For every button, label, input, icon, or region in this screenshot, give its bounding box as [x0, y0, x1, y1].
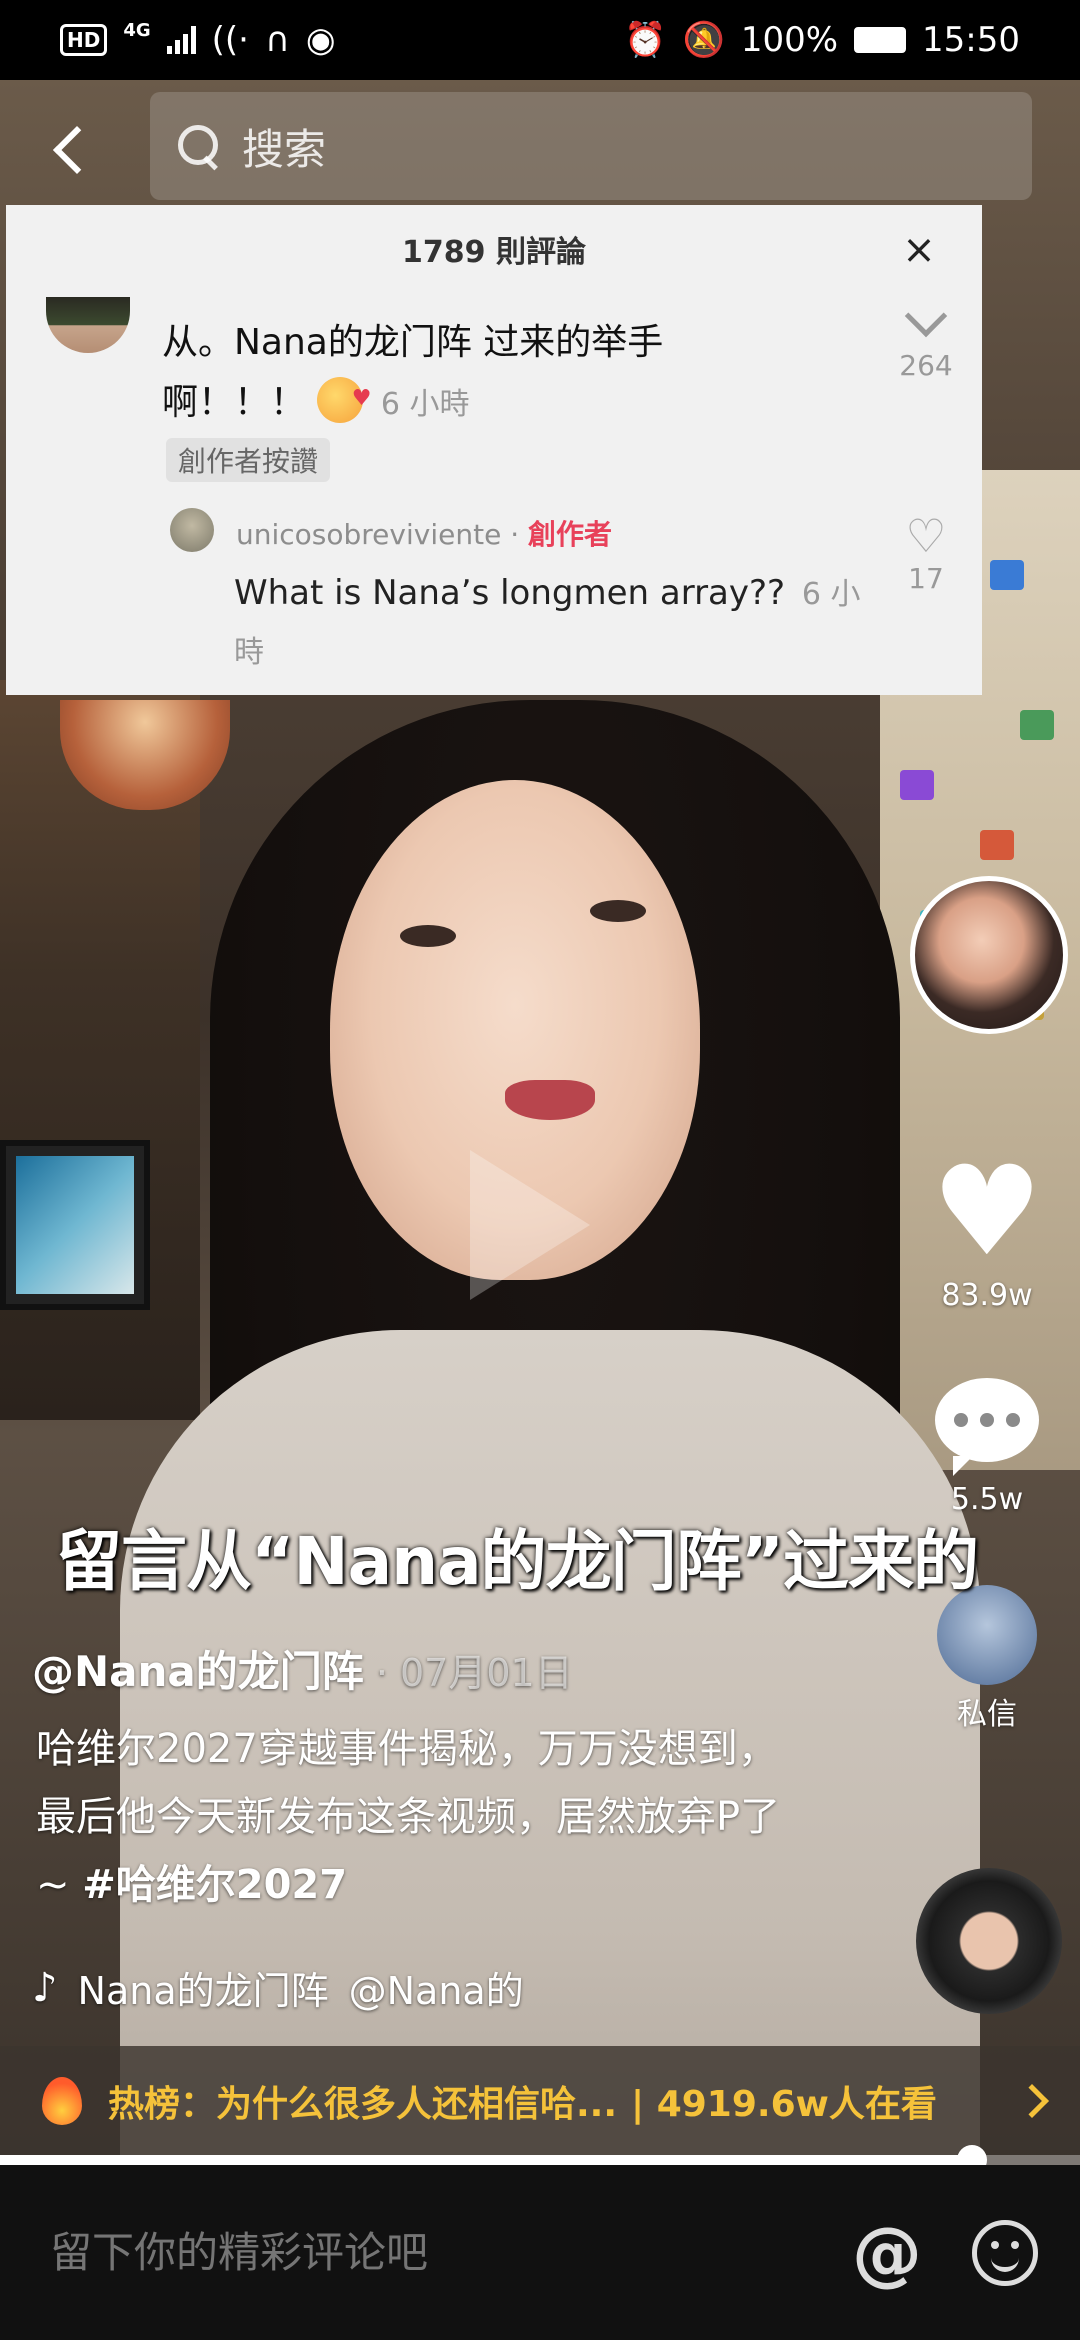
bottom-comment-bar: @ — [0, 2165, 1080, 2340]
reply-username: unicosobreviviente · — [236, 518, 520, 551]
comment-text: 从。Nana的龙门阵 过来的举手啊！！！ 6 小時 — [162, 313, 722, 435]
creator-tag: 創作者 — [528, 518, 613, 551]
author-row: @Nana的龙门阵 · 07月01日 — [32, 1638, 573, 1699]
mouth — [505, 1080, 595, 1120]
reply-user-line: unicosobreviviente · 創作者 — [236, 513, 612, 553]
clock: 15:50 — [922, 20, 1020, 60]
video-description: 哈维尔2027穿越事件揭秘，万万没想到，最后他今天新发布这条视频，居然放弃P了~… — [36, 1715, 796, 1919]
emoji-icon — [317, 369, 371, 429]
post-date: · 07月01日 — [363, 1651, 573, 1695]
creator-avatar[interactable] — [910, 876, 1068, 1034]
back-arrow-icon — [52, 125, 102, 175]
heart-icon: ♥ — [931, 1140, 1043, 1284]
search-bar[interactable]: 搜索 — [150, 92, 1032, 200]
wifi-icon: ((· — [211, 20, 249, 60]
author-name[interactable]: @Nana的龙门阵 — [32, 1647, 364, 1696]
status-bar: HD 4G ((· ∩ ◉ ⏰ 🔕 100% 15:50 — [0, 0, 1080, 80]
reply-like-count: 17 — [908, 562, 944, 595]
mute-icon: 🔕 — [682, 20, 725, 60]
creator-liked-badge: 創作者按讚 — [166, 438, 331, 482]
reply-text: What is Nana’s longmen array?? 6 小時 — [234, 565, 874, 681]
comment-count: 264 — [899, 349, 953, 382]
hot-list-bar[interactable]: 热榜：为什么很多人还相信哈... | 4919.6w人在看 — [0, 2046, 1080, 2156]
back-button[interactable] — [40, 110, 102, 190]
comment-like-column[interactable]: 264 — [886, 294, 966, 382]
signal-icon — [166, 26, 196, 54]
battery-percent: 100% — [740, 20, 839, 60]
comment-time: 6 小時 — [380, 387, 470, 422]
network-type: 4G — [123, 19, 151, 41]
video-subtitle: 留言从“Nana的龙门阵”过来的 — [56, 1523, 979, 1600]
reply-like-button[interactable]: ♡ 17 — [886, 510, 966, 595]
comment-button[interactable]: 5.5w — [912, 1378, 1062, 1517]
hot-watch-count: | 4919.6w人在看 — [631, 2084, 937, 2125]
music-note-icon: ♪ — [32, 1964, 58, 2011]
dm-button[interactable]: 私信 — [912, 1585, 1062, 1733]
reply-avatar[interactable] — [170, 508, 214, 552]
headphone-icon: ∩ — [265, 20, 290, 60]
hot-list-label: 热榜：为什么很多人还相信哈... — [108, 2084, 618, 2125]
alarm-icon: ⏰ — [624, 20, 667, 60]
like-button[interactable]: ♥ 83.9w — [912, 1150, 1062, 1313]
reply-body: What is Nana’s longmen array?? — [234, 573, 786, 613]
progress-fill — [0, 2155, 972, 2165]
comment-screenshot-card: 1789 則評論 × 从。Nana的龙门阵 过来的举手啊！！！ 6 小時 創作者… — [6, 205, 982, 695]
play-icon[interactable] — [470, 1150, 590, 1300]
music-title: Nana的龙门阵 — [77, 1969, 329, 2013]
smile-icon[interactable] — [972, 2219, 1038, 2286]
video-progress-bar[interactable] — [0, 2145, 1080, 2175]
left-eye — [400, 925, 456, 947]
commenter-avatar[interactable] — [46, 297, 130, 353]
music-disc-icon[interactable] — [916, 1868, 1062, 2014]
fire-icon — [42, 2077, 82, 2125]
battery-icon — [854, 27, 907, 53]
comment-bubble-icon — [935, 1378, 1039, 1476]
comment-count-title: 1789 則評論 — [402, 235, 586, 270]
status-right: ⏰ 🔕 100% 15:50 — [624, 20, 1020, 60]
music-author: @Nana的 — [348, 1969, 524, 2013]
dm-label: 私信 — [957, 1697, 1017, 1732]
music-row[interactable]: ♪ Nana的龙门阵 @Nana的 — [32, 1960, 524, 2015]
search-icon — [176, 123, 222, 169]
chevron-right-icon — [1015, 2084, 1049, 2118]
close-icon[interactable]: × — [896, 227, 942, 273]
background-monitor — [0, 1140, 150, 1310]
right-eye — [590, 900, 646, 922]
comment-input[interactable] — [50, 2228, 852, 2277]
status-left: HD 4G ((· ∩ ◉ — [60, 20, 336, 60]
at-icon[interactable]: @ — [852, 2212, 922, 2294]
hashtag-link[interactable]: #哈维尔2027 — [82, 1862, 347, 1908]
hd-badge: HD — [60, 24, 108, 56]
chevron-down-icon — [904, 294, 948, 338]
heart-outline-icon: ♡ — [905, 509, 947, 563]
search-placeholder: 搜索 — [242, 124, 327, 174]
eye-icon: ◉ — [305, 20, 336, 60]
